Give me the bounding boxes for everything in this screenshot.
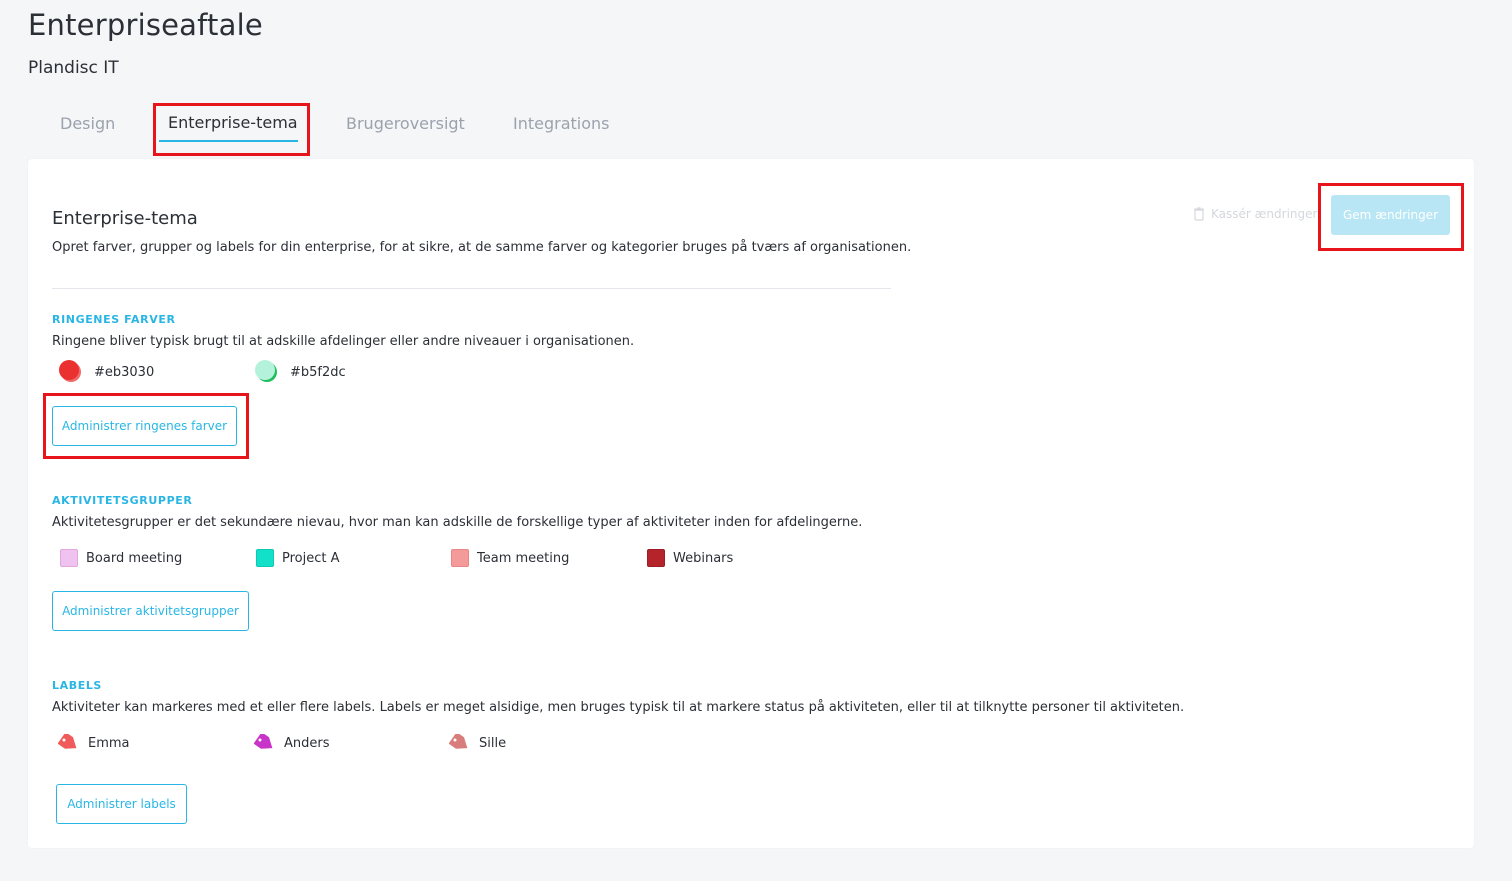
save-button[interactable]: Gem ændringer [1331, 195, 1450, 235]
groups-description: Aktivitetesgrupper er det sekundære niev… [52, 515, 863, 530]
tag-icon [449, 734, 468, 749]
activity-group-item: Team meeting [451, 549, 569, 567]
group-swatch [451, 549, 469, 567]
rings-heading: RINGENES FARVER [52, 313, 176, 326]
trash-icon [1194, 207, 1204, 221]
manage-ring-colors-button[interactable]: Administrer ringenes farver [52, 406, 237, 446]
label-name: Sille [479, 735, 507, 751]
active-tab-indicator [159, 140, 298, 142]
divider [52, 288, 891, 289]
ring-color-label: #eb3030 [94, 364, 155, 380]
tab-brugeroversigt[interactable]: Brugeroversigt [346, 114, 465, 133]
group-swatch [60, 549, 78, 567]
activity-group-label: Board meeting [86, 550, 183, 566]
activity-group-item: Webinars [647, 549, 733, 567]
labels-heading: LABELS [52, 679, 102, 692]
page-subtitle: Plandisc IT [28, 58, 119, 78]
manage-activity-groups-button[interactable]: Administrer aktivitetsgrupper [52, 591, 249, 631]
tab-design[interactable]: Design [60, 114, 115, 133]
tag-icon [254, 734, 273, 749]
activity-group-item: Project A [256, 549, 340, 567]
group-swatch [256, 549, 274, 567]
label-item: Emma [58, 734, 130, 752]
label-item: Sille [449, 734, 506, 752]
tag-icon [58, 734, 77, 749]
tab-enterprise-tema[interactable]: Enterprise-tema [168, 113, 298, 132]
activity-group-label: Webinars [673, 550, 734, 566]
activity-group-label: Team meeting [477, 550, 570, 566]
ring-swatch-icon [58, 359, 84, 385]
section-heading: Enterprise-tema [52, 208, 198, 229]
label-item: Anders [254, 734, 330, 752]
ring-swatch-icon [254, 359, 280, 385]
section-description: Opret farver, grupper og labels for din … [52, 240, 912, 255]
tab-integrations[interactable]: Integrations [513, 114, 610, 133]
discard-changes-button[interactable]: Kassér ændringer [1193, 207, 1317, 221]
page-title: Enterpriseaftale [28, 8, 263, 42]
manage-labels-button[interactable]: Administrer labels [56, 784, 187, 824]
labels-description: Aktiviteter kan markeres med et eller fl… [52, 700, 1185, 715]
ring-color-label: #b5f2dc [290, 364, 346, 380]
ring-color-item: #eb3030 [58, 359, 154, 385]
label-name: Emma [88, 735, 130, 751]
label-name: Anders [284, 735, 330, 751]
groups-heading: AKTIVITETSGRUPPER [52, 494, 193, 507]
content-card: Enterprise-tema Opret farver, grupper og… [28, 159, 1474, 848]
discard-label: Kassér ændringer [1211, 207, 1318, 221]
activity-group-label: Project A [282, 550, 340, 566]
activity-group-item: Board meeting [60, 549, 182, 567]
ring-color-item: #b5f2dc [254, 359, 346, 385]
rings-description: Ringene bliver typisk brugt til at adski… [52, 334, 635, 349]
group-swatch [647, 549, 665, 567]
